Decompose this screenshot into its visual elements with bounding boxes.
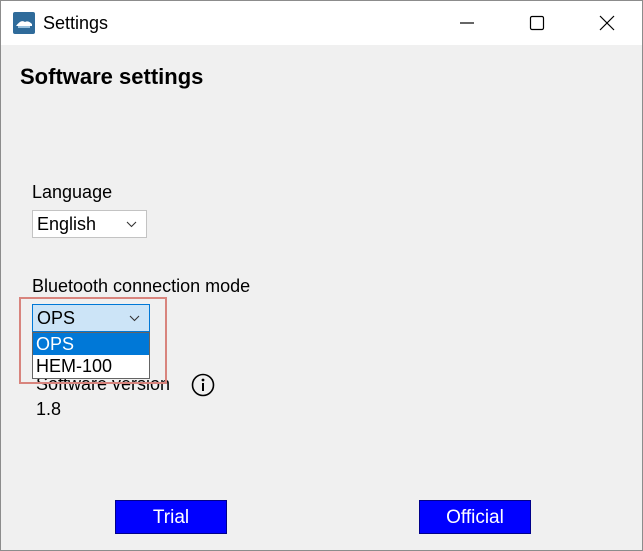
minimize-button[interactable]	[432, 1, 502, 45]
bluetooth-mode-label: Bluetooth connection mode	[32, 276, 251, 296]
title-bar[interactable]: Settings	[1, 1, 642, 45]
settings-window: Settings Software settings Language Engl…	[0, 0, 643, 551]
software-version-value: 1.8	[36, 399, 62, 419]
page-title: Software settings	[20, 64, 204, 89]
language-select-value: English	[37, 214, 97, 234]
close-button[interactable]	[572, 1, 642, 45]
language-select[interactable]: English	[32, 210, 147, 238]
trial-button[interactable]: Trial	[115, 500, 227, 534]
language-label: Language	[32, 182, 113, 202]
chevron-down-icon	[126, 221, 137, 228]
app-logo-icon	[13, 12, 35, 34]
info-icon[interactable]	[191, 373, 215, 397]
maximize-button[interactable]	[502, 1, 572, 45]
close-icon	[599, 15, 615, 31]
maximize-icon	[529, 15, 545, 31]
minimize-icon	[460, 22, 474, 24]
window-title: Settings	[43, 13, 109, 33]
highlight-box	[19, 297, 167, 384]
official-button[interactable]: Official	[419, 500, 531, 534]
